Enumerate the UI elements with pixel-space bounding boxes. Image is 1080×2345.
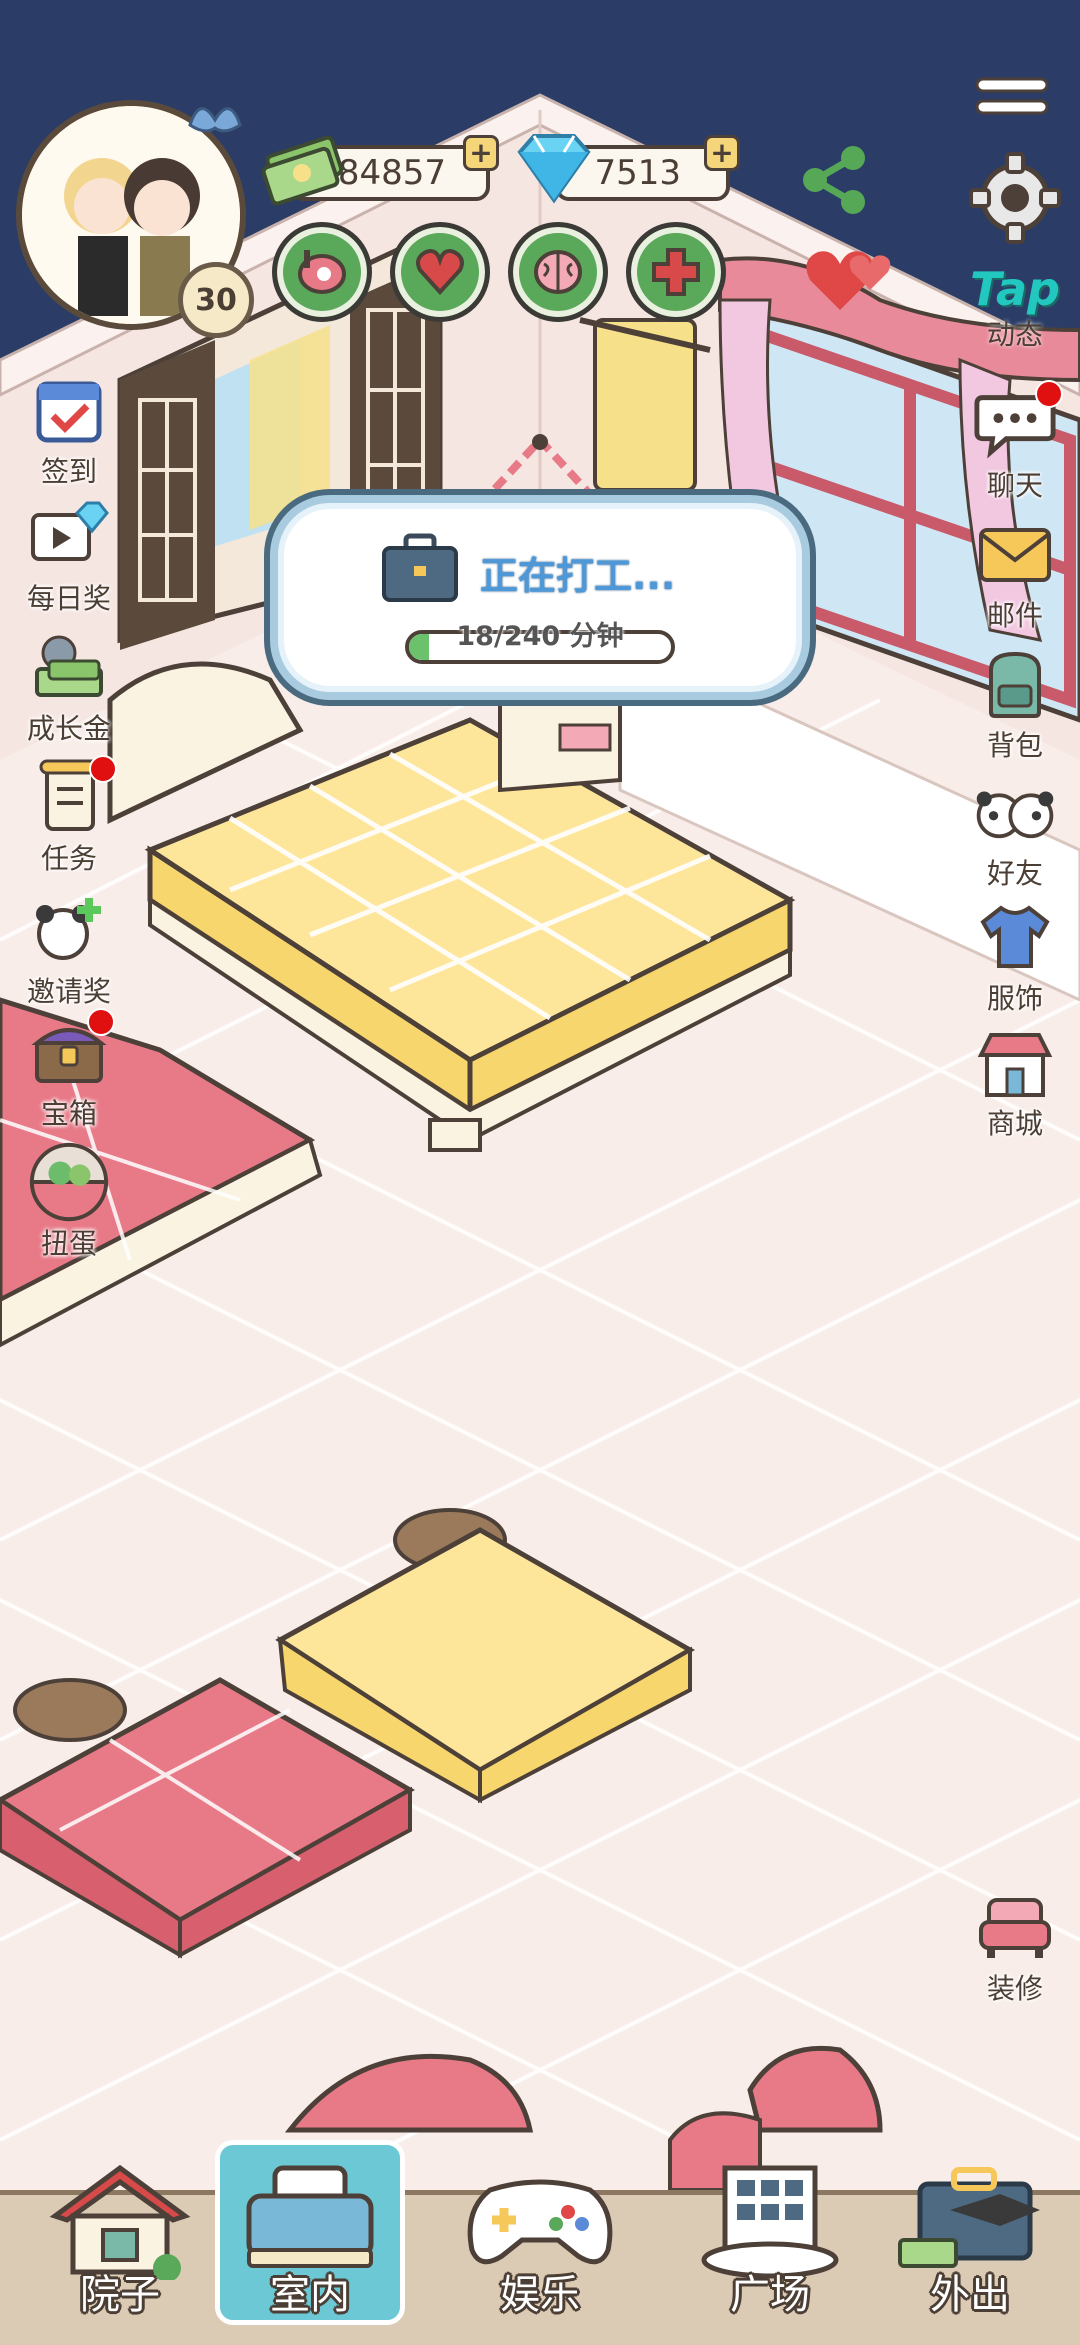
- nav-yard[interactable]: 院子: [20, 2150, 220, 2320]
- sign-in-button[interactable]: 签到: [4, 368, 134, 490]
- gacha-button[interactable]: 扭蛋: [4, 1140, 134, 1262]
- mail-icon: [979, 528, 1051, 582]
- decorate-button[interactable]: 装修: [950, 1885, 1080, 2007]
- heart-icon: [416, 249, 464, 295]
- intelligence-status-button[interactable]: [508, 222, 608, 322]
- chest-notification-dot: [87, 1008, 115, 1036]
- nav-plaza[interactable]: 广场: [670, 2150, 870, 2320]
- briefcase-icon: [382, 533, 458, 602]
- shop-label: 商城: [986, 1107, 1043, 1140]
- health-plus-icon: [652, 248, 700, 296]
- money-stack-icon: [261, 135, 344, 206]
- tap-label: 动态: [986, 318, 1043, 351]
- gacha-icon: [29, 1142, 109, 1222]
- tasks-label: 任务: [40, 842, 97, 875]
- friends-button[interactable]: 好友: [950, 770, 1080, 892]
- backpack-icon: [989, 651, 1041, 718]
- decorate-label: 装修: [986, 1972, 1043, 2005]
- money-pile-icon: [35, 635, 103, 697]
- nav-indoor-label: 室内: [270, 2272, 350, 2318]
- nav-yard-label: 院子: [80, 2272, 160, 2318]
- treasure-chest-button[interactable]: 宝箱: [4, 1008, 134, 1132]
- clothes-label: 服饰: [986, 982, 1043, 1015]
- mail-button[interactable]: 邮件: [950, 512, 1080, 634]
- mail-label: 邮件: [986, 599, 1043, 632]
- panda-friends-icon: [976, 791, 1054, 839]
- shop-button[interactable]: 商城: [950, 1020, 1080, 1142]
- video-diamond-icon: [31, 501, 109, 561]
- nav-outing[interactable]: 外出: [870, 2150, 1070, 2320]
- nav-indoor[interactable]: 室内: [215, 2140, 405, 2325]
- menu-icon[interactable]: [975, 75, 1050, 120]
- invite-reward-button[interactable]: 邀请奖: [4, 888, 134, 1010]
- share-icon[interactable]: [795, 140, 875, 220]
- chat-notification-dot: [1035, 380, 1063, 408]
- tap-logo: Tap: [970, 262, 1060, 316]
- nav-entertainment[interactable]: 娱乐: [440, 2150, 640, 2320]
- calendar-check-icon: [36, 381, 102, 443]
- shop-icon: [977, 1033, 1053, 1097]
- tasks-notification-dot: [89, 755, 117, 783]
- add-diamond-button[interactable]: +: [704, 135, 740, 171]
- room-scene: [0, 0, 1080, 2340]
- nav-outing-label: 外出: [930, 2272, 1010, 2318]
- food-status-button[interactable]: [272, 222, 372, 322]
- work-status-title: 正在打工...: [480, 554, 676, 598]
- floating-hearts-icon: [806, 251, 891, 310]
- brain-icon: [534, 250, 582, 294]
- add-money-button[interactable]: +: [463, 135, 499, 171]
- invite-reward-label: 邀请奖: [26, 975, 111, 1008]
- diamond-icon: [517, 134, 591, 204]
- panda-invite-icon: [36, 898, 101, 960]
- nav-plaza-label: 广场: [730, 2272, 810, 2318]
- growth-fund-label: 成长金: [26, 712, 111, 745]
- chat-label: 聊天: [986, 469, 1043, 502]
- gacha-label: 扭蛋: [40, 1227, 97, 1260]
- growth-fund-button[interactable]: 成长金: [4, 625, 134, 747]
- mood-status-button[interactable]: [390, 222, 490, 322]
- chat-button[interactable]: 聊天: [950, 380, 1080, 504]
- health-status-button[interactable]: [626, 222, 726, 322]
- work-progress-text: 18/240 分钟: [456, 621, 624, 652]
- tasks-button[interactable]: 任务: [4, 755, 134, 877]
- clothes-button[interactable]: 服饰: [950, 895, 1080, 1017]
- ribbon-bow-icon: [188, 107, 242, 133]
- armchair-icon: [979, 1898, 1051, 1958]
- daily-reward-label: 每日奖: [26, 582, 111, 615]
- friends-label: 好友: [986, 857, 1043, 890]
- backpack-button[interactable]: 背包: [950, 642, 1080, 764]
- backpack-label: 背包: [986, 729, 1043, 762]
- level-badge: 30: [178, 262, 254, 338]
- sign-in-label: 签到: [40, 455, 97, 488]
- food-icon: [298, 250, 346, 294]
- clothes-icon: [980, 905, 1050, 968]
- nav-entertainment-label: 娱乐: [500, 2272, 580, 2318]
- diamond-value: 7513: [594, 153, 681, 193]
- tap-moments-button[interactable]: Tap 动态: [965, 265, 1065, 353]
- daily-reward-button[interactable]: 每日奖: [4, 495, 134, 617]
- settings-gear-icon[interactable]: [965, 148, 1065, 248]
- treasure-chest-label: 宝箱: [40, 1097, 97, 1130]
